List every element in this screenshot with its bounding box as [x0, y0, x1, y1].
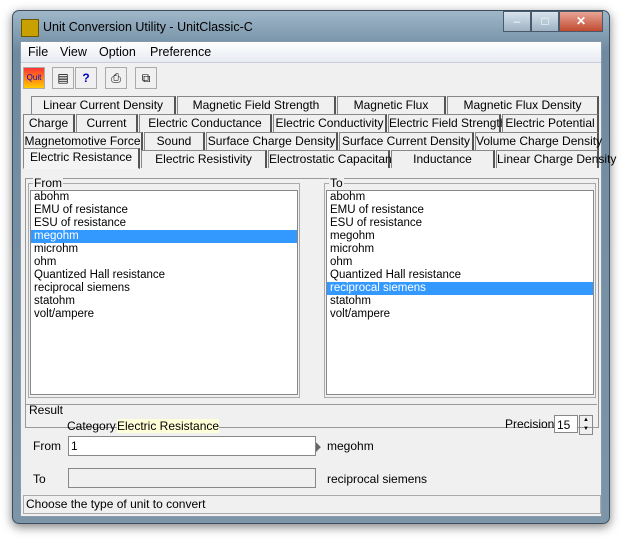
tab-electric-conductivity[interactable]: Electric Conductivity: [273, 114, 387, 132]
precision-spinner[interactable]: ▲ ▼: [579, 415, 593, 435]
tab-electrostatic-capacitance[interactable]: Electrostatic Capacitance: [268, 150, 404, 168]
menu-bar: File View Option Preference: [21, 42, 601, 63]
list-item[interactable]: abohm: [31, 191, 297, 204]
list-item[interactable]: ohm: [327, 256, 593, 269]
to-value-label: To: [33, 472, 46, 486]
tab-magnetic-flux[interactable]: Magnetic Flux: [337, 96, 446, 114]
copy-icon[interactable]: ⧉: [135, 67, 157, 89]
to-group-label: To: [329, 176, 344, 190]
tab-surface-charge-density[interactable]: Surface Charge Density: [206, 132, 338, 150]
category-value: Electric Resistance: [117, 419, 220, 433]
list-item[interactable]: reciprocal siemens: [31, 282, 297, 295]
to-group: To abohm EMU of resistance ESU of resistan…: [324, 176, 596, 398]
precision-input[interactable]: 15: [554, 415, 578, 433]
window-title: Unit Conversion Utility - UnitClassic-C: [43, 20, 253, 34]
quit-button[interactable]: Quit: [23, 67, 45, 89]
client-area: File View Option Preference Quit ▤ ? ⎙ ⧉…: [20, 41, 616, 517]
tab-current[interactable]: Current: [76, 114, 138, 132]
menu-file[interactable]: File: [28, 45, 48, 59]
list-item[interactable]: ohm: [31, 256, 297, 269]
to-unit: reciprocal siemens: [327, 472, 428, 486]
list-item[interactable]: Quantized Hall resistance: [31, 269, 297, 282]
list-item[interactable]: Quantized Hall resistance: [327, 269, 593, 282]
from-value-input[interactable]: 1: [68, 436, 316, 456]
print-icon[interactable]: ⎙: [105, 67, 127, 89]
convert-icon[interactable]: ▤: [52, 67, 74, 89]
from-group-label: From: [33, 176, 63, 190]
tab-electric-potential[interactable]: Electric Potential: [502, 114, 599, 132]
tab-linear-charge-density[interactable]: Linear Charge Density: [496, 150, 616, 168]
tab-charge[interactable]: Charge: [23, 114, 75, 132]
help-button[interactable]: ?: [75, 67, 97, 89]
list-item[interactable]: EMU of resistance: [327, 204, 593, 217]
tab-electric-resistance[interactable]: Electric Resistance: [23, 148, 140, 169]
minimize-button[interactable]: –: [503, 11, 531, 32]
list-item[interactable]: megohm: [31, 230, 297, 243]
list-item[interactable]: ESU of resistance: [31, 217, 297, 230]
from-list[interactable]: abohm EMU of resistance ESU of resistance m…: [30, 190, 298, 395]
tab-electric-conductance[interactable]: Electric Conductance: [139, 114, 272, 132]
list-item[interactable]: abohm: [327, 191, 593, 204]
list-item[interactable]: volt/ampere: [327, 308, 593, 321]
tab-inductance[interactable]: Inductance: [391, 150, 495, 168]
status-bar: Choose the type of unit to convert: [23, 495, 601, 514]
list-item[interactable]: EMU of resistance: [31, 204, 297, 217]
precision-label: Precision: [505, 417, 555, 431]
result-label: Result: [29, 403, 64, 417]
tab-panel: From abohm EMU of resistance ESU of resist…: [25, 176, 599, 459]
category-label: Category:: [67, 419, 120, 433]
tab-magnetic-field-strength[interactable]: Magnetic Field Strength: [177, 96, 336, 114]
list-item[interactable]: reciprocal siemens: [327, 282, 593, 295]
tab-volume-charge-density[interactable]: Volume Charge Density: [475, 132, 602, 150]
list-item[interactable]: statohm: [327, 295, 593, 308]
from-group: From abohm EMU of resistance ESU of resist…: [28, 176, 300, 398]
from-value-label: From: [33, 439, 61, 453]
tab-sound[interactable]: Sound: [144, 132, 205, 150]
tab-electric-resistivity[interactable]: Electric Resistivity: [141, 150, 267, 168]
tab-magnetic-flux-density[interactable]: Magnetic Flux Density: [447, 96, 599, 114]
maximize-button[interactable]: □: [531, 11, 559, 32]
menu-view[interactable]: View: [60, 45, 87, 59]
tab-surface-current-density[interactable]: Surface Current Density: [339, 132, 474, 150]
menu-preference[interactable]: Preference: [150, 45, 211, 59]
from-unit: megohm: [327, 439, 374, 453]
close-button[interactable]: ✕: [559, 11, 603, 32]
list-item[interactable]: megohm: [327, 230, 593, 243]
app-icon: [21, 19, 39, 37]
result-group: Result Category: Electric Resistance Pre…: [25, 403, 597, 497]
tab-linear-current-density[interactable]: Linear Current Density: [31, 96, 176, 114]
list-item[interactable]: volt/ampere: [31, 308, 297, 321]
to-list[interactable]: abohm EMU of resistance ESU of resistance m…: [326, 190, 594, 395]
list-item[interactable]: ESU of resistance: [327, 217, 593, 230]
list-item[interactable]: microhm: [31, 243, 297, 256]
menu-option[interactable]: Option: [99, 45, 136, 59]
tab-electric-field-strength[interactable]: Electric Field Strength: [388, 114, 506, 132]
to-value-output: [68, 468, 316, 488]
list-item[interactable]: statohm: [31, 295, 297, 308]
app-window: Unit Conversion Utility - UnitClassic-C …: [12, 10, 616, 524]
toolbar: Quit ▤ ? ⎙ ⧉: [21, 64, 601, 92]
list-item[interactable]: microhm: [327, 243, 593, 256]
